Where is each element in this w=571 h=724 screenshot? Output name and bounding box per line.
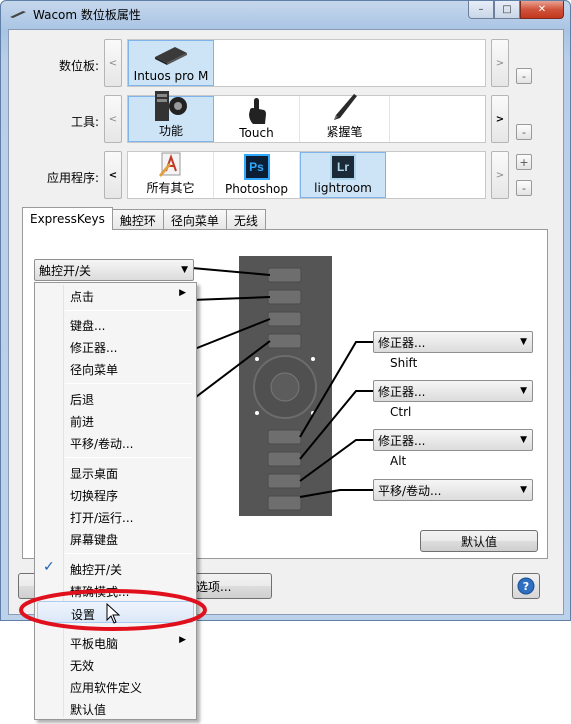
menu-item-label: 径向菜单 [70,363,119,377]
modifier-caption-ctrl: Ctrl [390,405,412,419]
expresskey-5 [267,429,302,445]
combo-value: 触控开/关 [39,263,92,278]
default-button[interactable]: 默认值 [420,530,538,552]
menu-item-label: 显示桌面 [70,467,119,481]
menu-item-disabled[interactable]: 无效 [37,653,194,675]
modifier-caption-shift: Shift [390,356,418,370]
combo-value: 修正器... [378,335,426,350]
menu-item-label: 平板电脑 [70,637,119,651]
expresskey-8 [267,495,302,511]
menu-item-settings[interactable]: 设置 [37,601,194,623]
options-button-label: 选项... [196,579,232,594]
expresskey-1 [267,267,302,283]
expresskey-combo-alt[interactable]: 修正器... ▼ [373,429,533,451]
expresskey-combo-shift[interactable]: 修正器... ▼ [373,331,533,353]
chevron-down-icon: ▼ [520,485,527,495]
chevron-down-icon: ▼ [181,265,188,275]
expresskey-7 [267,473,302,489]
menu-item-label: 前进 [70,415,95,429]
menu-item-label: 打开/运行... [70,511,134,525]
menu-item-label: 后退 [70,393,95,407]
modifier-caption-alt: Alt [390,454,407,468]
menu-item-forward[interactable]: 前进 [37,409,194,431]
menu-item-label: 点击 [70,290,95,304]
submenu-arrow-icon: ▶ [179,288,186,298]
menu-separator [65,553,192,554]
expresskey-6 [267,451,302,467]
menu-item-label: 键盘... [70,319,106,333]
combo-value: 修正器... [378,433,426,448]
expresskey-3 [267,311,302,327]
menu-item-modifier[interactable]: 修正器... [37,335,194,357]
menu-item-label: 应用软件定义 [70,681,143,695]
tab-expresskeys[interactable]: ExpressKeys [22,207,113,230]
chevron-down-icon: ▼ [520,337,527,347]
menu-item-back[interactable]: 后退 [37,387,194,409]
menu-item-pan-scroll[interactable]: 平移/卷动... [37,431,194,453]
menu-separator [65,310,192,311]
expresskey-combo-ctrl[interactable]: 修正器... ▼ [373,380,533,402]
menu-item-tablet-pc[interactable]: 平板电脑 ▶ [37,631,194,653]
menu-item-show-desktop[interactable]: 显示桌面 [37,461,194,483]
combo-value: 平移/卷动... [378,483,442,498]
menu-item-click[interactable]: 点击 ▶ [37,284,194,306]
chevron-down-icon: ▼ [520,386,527,396]
menu-separator [65,383,192,384]
menu-item-open-run[interactable]: 打开/运行... [37,505,194,527]
menu-item-label: 修正器... [70,341,118,355]
menu-item-touch-toggle[interactable]: ✓ 触控开/关 [37,557,194,579]
menu-item-precision-mode[interactable]: 精确模式... [37,579,194,601]
expresskey-top-combo[interactable]: 触控开/关 ▼ [34,259,194,281]
menu-item-default[interactable]: 默认值 [37,697,194,719]
menu-item-label: 无效 [70,659,95,673]
touch-ring-center [270,372,300,402]
menu-item-switch-app[interactable]: 切换程序 [37,483,194,505]
ring-led [255,411,259,415]
menu-item-label: 平移/卷动... [70,437,134,451]
menu-item-keyboard[interactable]: 键盘... [37,313,194,335]
menu-separator [65,457,192,458]
menu-item-label: 精确模式... [70,585,130,599]
expresskey-2 [267,289,302,305]
expresskey-context-menu: 点击 ▶ 键盘... 修正器... 径向菜单 后退 前进 平移/卷动... 显示… [34,282,197,720]
checkmark-icon: ✓ [43,559,55,575]
menu-item-radial-menu[interactable]: 径向菜单 [37,357,194,379]
combo-value: 修正器... [378,384,426,399]
menu-item-label: 切换程序 [70,489,119,503]
menu-item-label: 设置 [71,608,96,622]
ring-led [255,357,259,361]
submenu-arrow-icon: ▶ [179,635,186,645]
menu-item-label: 默认值 [70,703,107,717]
help-button[interactable]: ? [512,573,540,599]
help-icon: ? [517,577,535,595]
expresskey-combo-pan[interactable]: 平移/卷动... ▼ [373,479,533,501]
ring-led [311,357,315,361]
menu-item-app-defined[interactable]: 应用软件定义 [37,675,194,697]
menu-separator [65,627,192,628]
menu-item-label: 触控开/关 [70,563,123,577]
chevron-down-icon: ▼ [520,435,527,445]
expresskey-4 [267,333,302,349]
svg-text:?: ? [523,580,529,593]
menu-item-label: 屏幕键盘 [70,533,119,547]
menu-item-onscreen-keyboard[interactable]: 屏幕键盘 [37,527,194,549]
